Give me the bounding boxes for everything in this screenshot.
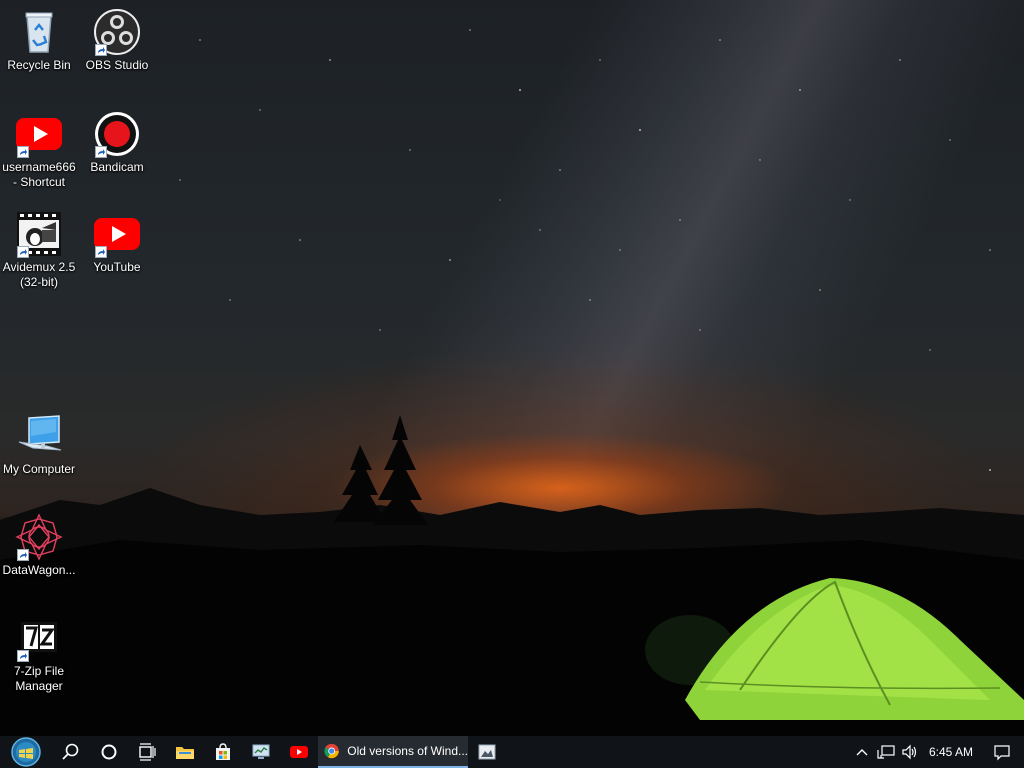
search-icon [62, 743, 79, 760]
avidemux-icon [15, 210, 63, 258]
desktop-icon-7zip[interactable]: 7-Zip File Manager [0, 614, 78, 694]
youtube-icon [93, 210, 141, 258]
datawagon-icon [15, 513, 63, 561]
desktop-icon-my-computer[interactable]: My Computer [0, 412, 78, 477]
taskbar-app-image[interactable] [468, 736, 506, 768]
7zip-icon [15, 614, 63, 662]
recycle-bin-icon [15, 8, 63, 56]
obs-icon [93, 8, 141, 56]
desktop-icon-youtube[interactable]: YouTube [78, 210, 156, 275]
notification-icon [994, 745, 1010, 761]
desktop-icon-label: 7-Zip File Manager [13, 664, 64, 693]
cortana-circle-icon [101, 744, 117, 760]
action-center-button[interactable] [980, 736, 1024, 768]
desktop-icon-label: Avidemux 2.5 (32-bit) [2, 260, 76, 289]
task-title: Old versions of Wind... [347, 744, 468, 758]
shortcut-arrow-icon [17, 650, 29, 662]
start-button[interactable] [0, 736, 52, 768]
bandicam-icon [93, 110, 141, 158]
desktop-icon-recycle-bin[interactable]: Recycle Bin [0, 8, 78, 73]
show-hidden-icons-button[interactable] [850, 736, 874, 768]
desktop-icon-avidemux[interactable]: Avidemux 2.5 (32-bit) [0, 210, 78, 290]
network-icon [877, 745, 895, 759]
shortcut-arrow-icon [95, 246, 107, 258]
search-button[interactable] [52, 736, 90, 768]
store-button[interactable] [204, 736, 242, 768]
desktop-icon-obs-studio[interactable]: OBS Studio [78, 8, 156, 73]
taskbar-task-chrome[interactable]: Old versions of Wind... [318, 736, 468, 768]
shortcut-arrow-icon [17, 146, 29, 158]
desktop-icon-bandicam[interactable]: Bandicam [78, 110, 156, 175]
shortcut-arrow-icon [95, 146, 107, 158]
taskbar-app-monitor[interactable] [242, 736, 280, 768]
store-bag-icon [216, 743, 230, 760]
file-explorer-button[interactable] [166, 736, 204, 768]
desktop-icon-label: DataWagon... [2, 563, 76, 577]
desktop-icon-label: YouTube [93, 260, 141, 274]
image-window-icon [478, 744, 496, 760]
system-tray: 6:45 AM [850, 736, 1024, 768]
cortana-button[interactable] [90, 736, 128, 768]
shortcut-arrow-icon [95, 44, 107, 56]
task-view-icon [139, 743, 156, 761]
desktop[interactable]: Recycle Bin OBS Studio username666 - Sho… [0, 0, 1024, 736]
desktop-icon-label: username666 - Shortcut [2, 160, 76, 189]
chevron-up-icon [856, 749, 868, 756]
start-orb-icon [11, 737, 41, 767]
youtube-icon [290, 746, 308, 758]
clock[interactable]: 6:45 AM [922, 736, 980, 768]
chrome-icon [324, 743, 339, 759]
taskbar-app-youtube[interactable] [280, 736, 318, 768]
network-button[interactable] [874, 736, 898, 768]
shortcut-arrow-icon [17, 246, 29, 258]
taskbar: Old versions of Wind... 6:45 AM [0, 736, 1024, 768]
desktop-icon-username666-shortcut[interactable]: username666 - Shortcut [0, 110, 78, 190]
desktop-icon-label: Bandicam [90, 160, 144, 174]
shortcut-arrow-icon [17, 549, 29, 561]
desktop-icon-label: OBS Studio [85, 58, 149, 72]
desktop-icon-label: My Computer [2, 462, 76, 476]
monitor-chart-icon [252, 744, 270, 759]
task-view-button[interactable] [128, 736, 166, 768]
speaker-icon [902, 744, 917, 760]
volume-button[interactable] [898, 736, 922, 768]
computer-icon [15, 412, 63, 460]
desktop-icon-datawagon[interactable]: DataWagon... [0, 513, 78, 578]
desktop-icon-label: Recycle Bin [7, 58, 71, 72]
folder-icon [176, 747, 194, 759]
youtube-icon [15, 110, 63, 158]
